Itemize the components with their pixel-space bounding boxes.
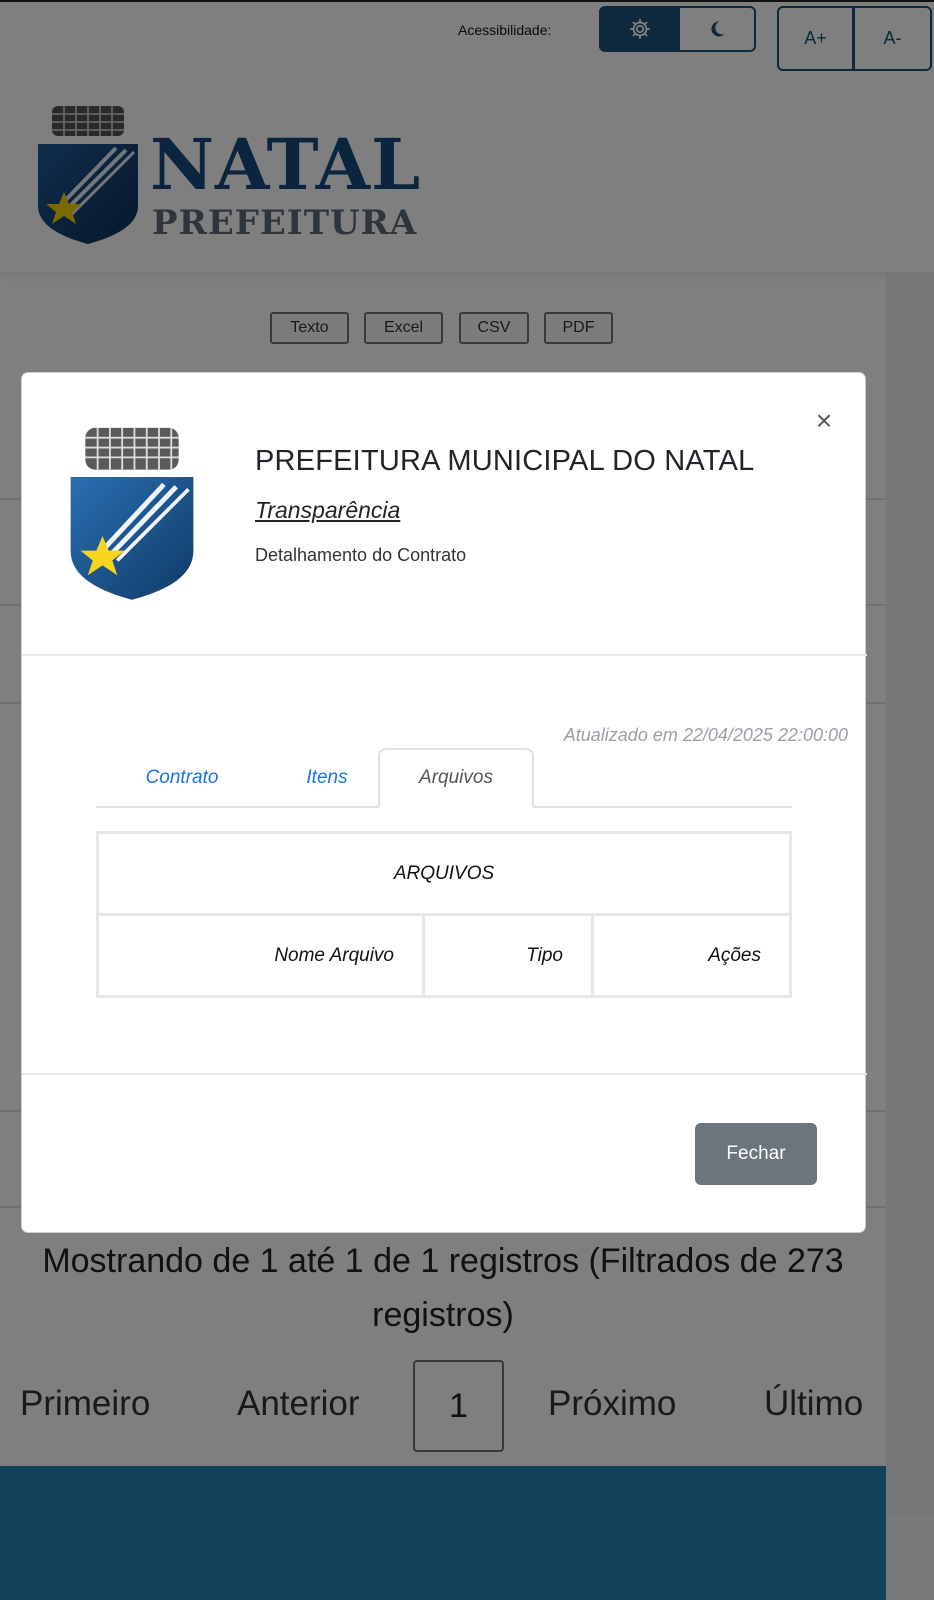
column-header-actions: Ações (591, 913, 792, 998)
last-updated: Atualizado em 22/04/2025 22:00:00 (563, 725, 848, 745)
modal-description: Detalhamento do Contrato (255, 545, 467, 565)
close-modal-button[interactable]: Fechar (695, 1123, 817, 1185)
modal-header-divider (22, 654, 867, 656)
modal-title: PREFEITURA MUNICIPAL DO NATAL (255, 445, 755, 477)
table-caption: ARQUIVOS (96, 831, 792, 916)
files-table: ARQUIVOS Nome Arquivo Tipo Ações (96, 831, 792, 998)
crest-logo (68, 423, 196, 606)
close-icon[interactable]: × (812, 407, 836, 435)
crest-icon (70, 427, 194, 600)
tab-contrato[interactable]: Contrato (122, 748, 242, 808)
modal-subtitle[interactable]: Transparência (255, 497, 400, 524)
modal-footer-divider (22, 1073, 867, 1075)
column-header-file-name[interactable]: Nome Arquivo (96, 913, 425, 998)
tab-arquivos[interactable]: Arquivos (378, 748, 534, 808)
column-header-type[interactable]: Tipo (422, 913, 594, 998)
contract-detail-modal: × PREFEITURA MUNICIPAL DO NATAL Transpar… (21, 372, 867, 1233)
tab-itens[interactable]: Itens (277, 748, 377, 808)
